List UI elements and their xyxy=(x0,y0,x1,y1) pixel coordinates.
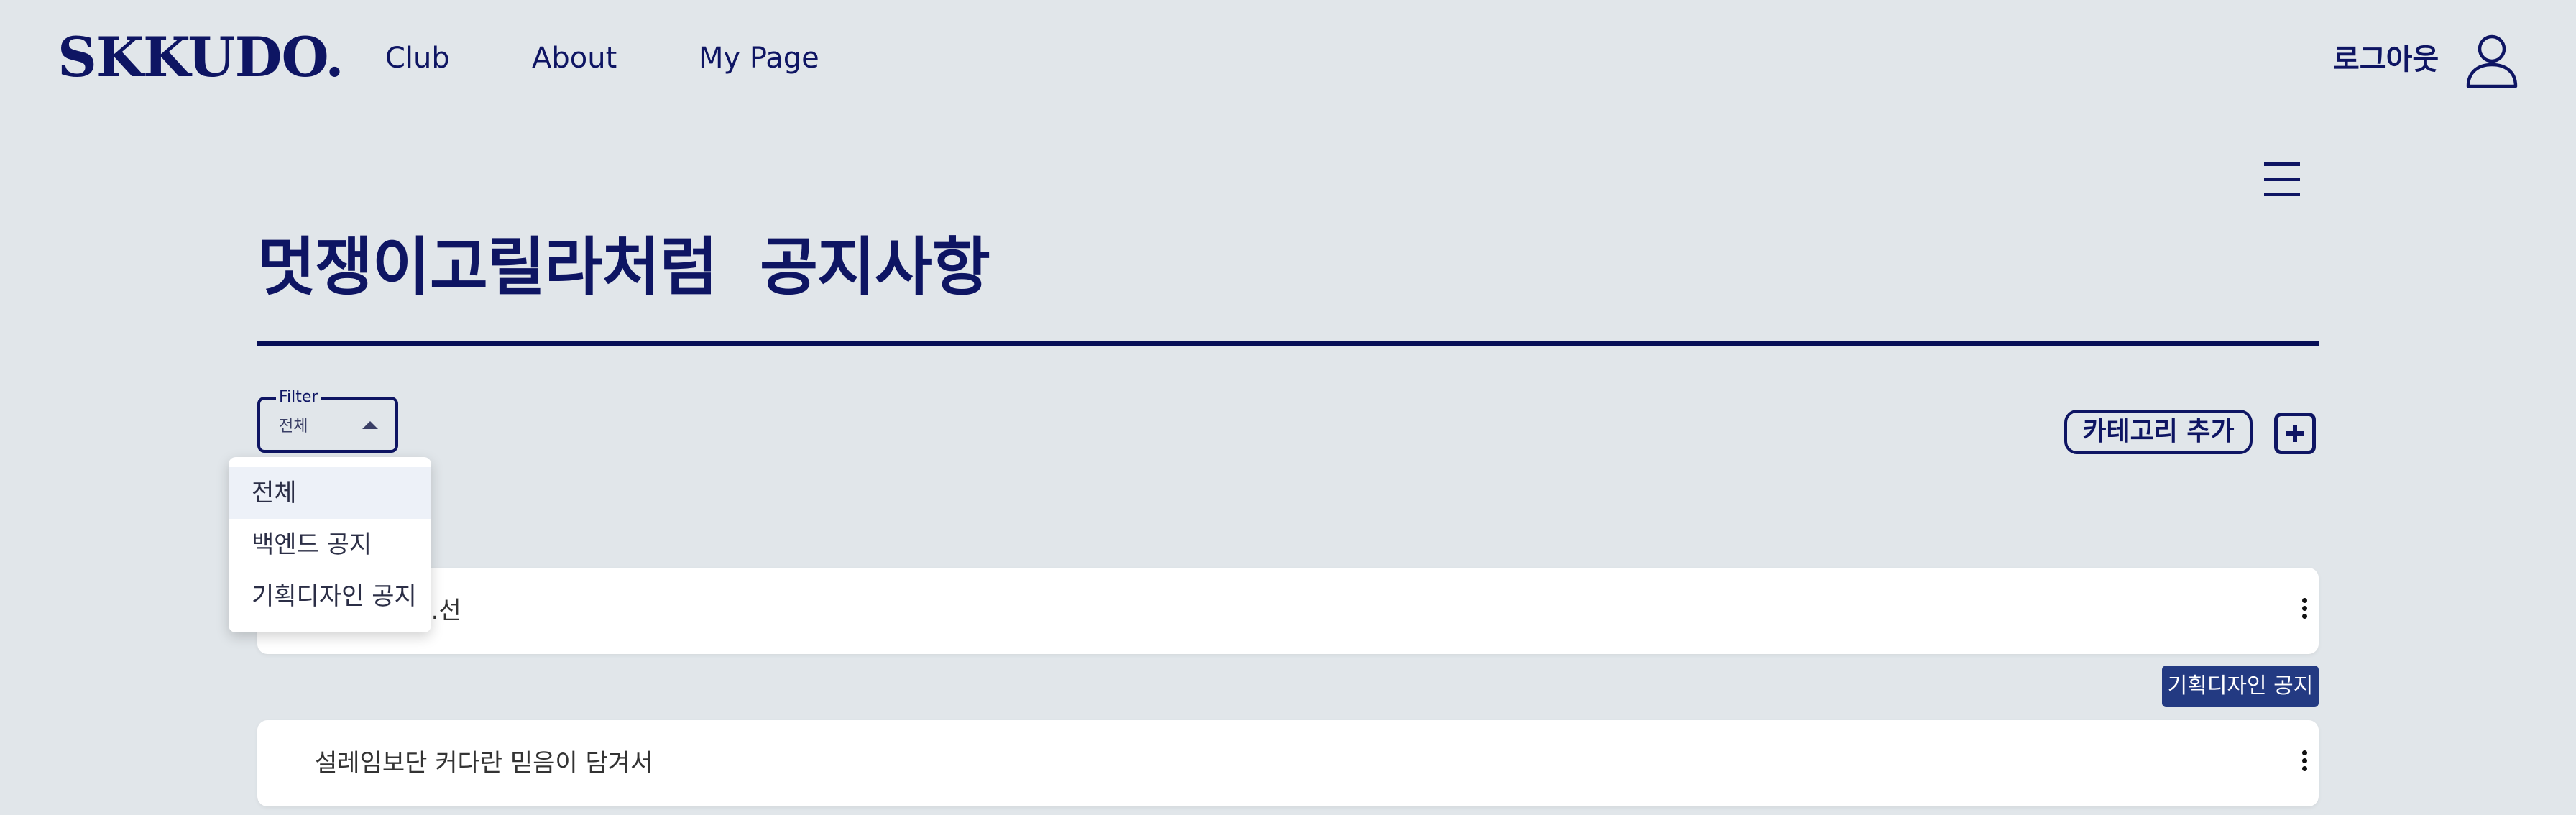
filter-dropdown: 전체 백엔드 공지 기획디자인 공지 xyxy=(229,457,431,632)
hamburger-menu-icon[interactable] xyxy=(2263,160,2301,200)
page-title: 멋쟁이고릴라처럼 공지사항 xyxy=(257,230,990,304)
post-card[interactable]: ...선 xyxy=(257,568,2319,654)
add-post-plus-icon[interactable] xyxy=(2274,413,2316,454)
logo[interactable]: SKKUDO. xyxy=(58,22,344,93)
nav-about[interactable]: About xyxy=(532,36,617,80)
post-card[interactable]: 설레임보단 커다란 믿음이 담겨서 xyxy=(257,720,2319,806)
logout-button[interactable]: 로그아웃 xyxy=(2333,36,2439,83)
filter-option-design[interactable]: 기획디자인 공지 xyxy=(229,571,431,622)
user-icon[interactable] xyxy=(2464,32,2520,89)
nav-my-page[interactable]: My Page xyxy=(699,36,819,80)
filter-option-backend[interactable]: 백엔드 공지 xyxy=(229,519,431,571)
more-options-icon[interactable] xyxy=(2300,598,2309,624)
filter-option-all[interactable]: 전체 xyxy=(229,467,431,519)
filter-value: 전체 xyxy=(279,418,308,436)
more-options-icon[interactable] xyxy=(2300,750,2309,776)
filter-label: Filter xyxy=(276,387,321,408)
nav-club[interactable]: Club xyxy=(385,36,450,80)
filter-select[interactable]: Filter 전체 xyxy=(257,387,398,453)
add-category-button[interactable]: 카테고리 추가 xyxy=(2064,410,2253,454)
title-divider xyxy=(257,341,2319,346)
caret-up-icon xyxy=(362,421,378,429)
post-title[interactable]: 설레임보단 커다란 믿음이 담겨서 xyxy=(315,720,653,806)
category-tag: 기획디자인 공지 xyxy=(2162,666,2319,707)
